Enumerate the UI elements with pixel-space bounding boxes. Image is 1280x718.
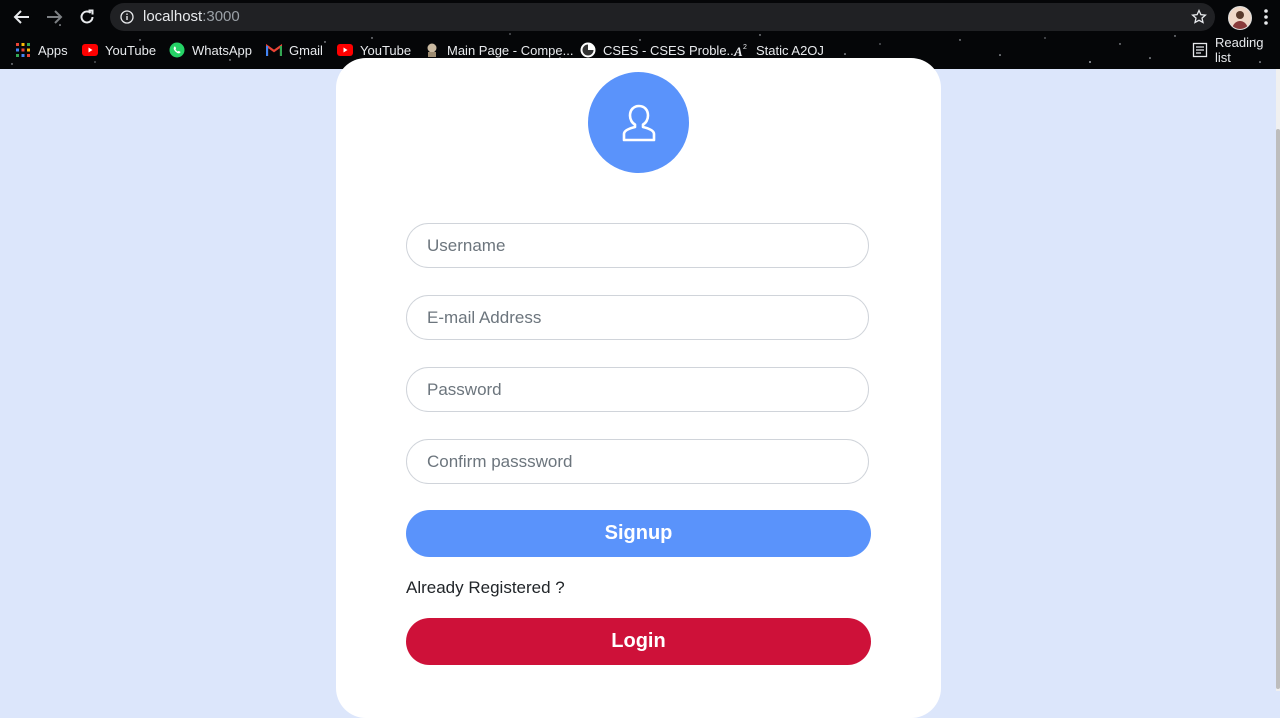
url-host: localhost — [143, 8, 203, 25]
page-scrollbar[interactable] — [1276, 69, 1280, 691]
bookmark-label: YouTube — [360, 42, 412, 58]
back-arrow-icon[interactable] — [11, 6, 33, 28]
svg-text:2: 2 — [743, 44, 747, 51]
apps-grid-icon — [15, 42, 31, 58]
bookmark-label: Gmail — [289, 42, 323, 58]
bookmark-label: CSES - CSES Proble... — [603, 42, 738, 58]
site-favicon-icon — [424, 42, 440, 58]
youtube-icon — [337, 42, 353, 58]
bookmark-whatsapp[interactable]: WhatsApp — [169, 40, 252, 60]
info-icon[interactable] — [120, 10, 134, 24]
whatsapp-icon — [169, 42, 185, 58]
bookmark-label: YouTube — [105, 42, 157, 58]
bookmark-youtube-2[interactable]: YouTube — [337, 40, 411, 60]
gmail-icon — [266, 42, 282, 58]
scrollbar-thumb[interactable] — [1276, 129, 1280, 689]
bookmark-youtube[interactable]: YouTube — [82, 40, 156, 60]
password-input[interactable] — [406, 367, 869, 412]
a2oj-icon: A2 — [733, 42, 749, 58]
url-port: :3000 — [202, 8, 240, 25]
bookmark-cses[interactable]: CSES - CSES Proble... — [580, 40, 737, 60]
login-button[interactable]: Login — [406, 618, 871, 665]
bookmark-label: Static A2OJ — [756, 42, 824, 58]
user-avatar-circle — [588, 72, 689, 173]
bookmark-star-icon[interactable] — [1191, 9, 1207, 25]
url-text: localhost:3000 — [143, 8, 240, 25]
cses-icon — [580, 42, 596, 58]
reading-list-button[interactable]: Reading list — [1192, 35, 1280, 65]
bookmark-gmail[interactable]: Gmail — [266, 40, 323, 60]
reading-list-label: Reading list — [1215, 35, 1264, 65]
bookmark-a2oj[interactable]: A2 Static A2OJ — [733, 40, 824, 60]
url-bar[interactable]: localhost:3000 — [110, 3, 1215, 31]
already-registered-text: Already Registered ? — [406, 578, 565, 597]
forward-arrow-icon[interactable] — [43, 6, 65, 28]
svg-text:A: A — [733, 44, 743, 58]
youtube-icon — [82, 42, 98, 58]
bookmark-main-page[interactable]: Main Page - Compe... — [424, 40, 573, 60]
email-input[interactable] — [406, 295, 869, 340]
reload-icon[interactable] — [76, 6, 98, 28]
bookmark-label: Main Page - Compe... — [447, 42, 574, 58]
signup-card: Signup Already Registered ? Login — [336, 58, 941, 718]
reading-list-icon — [1192, 42, 1208, 58]
user-profile-icon — [622, 104, 655, 141]
bookmark-apps[interactable]: Apps — [15, 40, 68, 60]
profile-avatar[interactable] — [1228, 6, 1252, 30]
username-input[interactable] — [406, 223, 869, 268]
browser-menu-icon[interactable] — [1264, 8, 1268, 26]
bookmark-label: WhatsApp — [192, 42, 252, 58]
confirm-password-input[interactable] — [406, 439, 869, 484]
bookmark-label: Apps — [38, 42, 68, 58]
address-bar-row: localhost:3000 — [0, 0, 1280, 33]
signup-button[interactable]: Signup — [406, 510, 871, 557]
